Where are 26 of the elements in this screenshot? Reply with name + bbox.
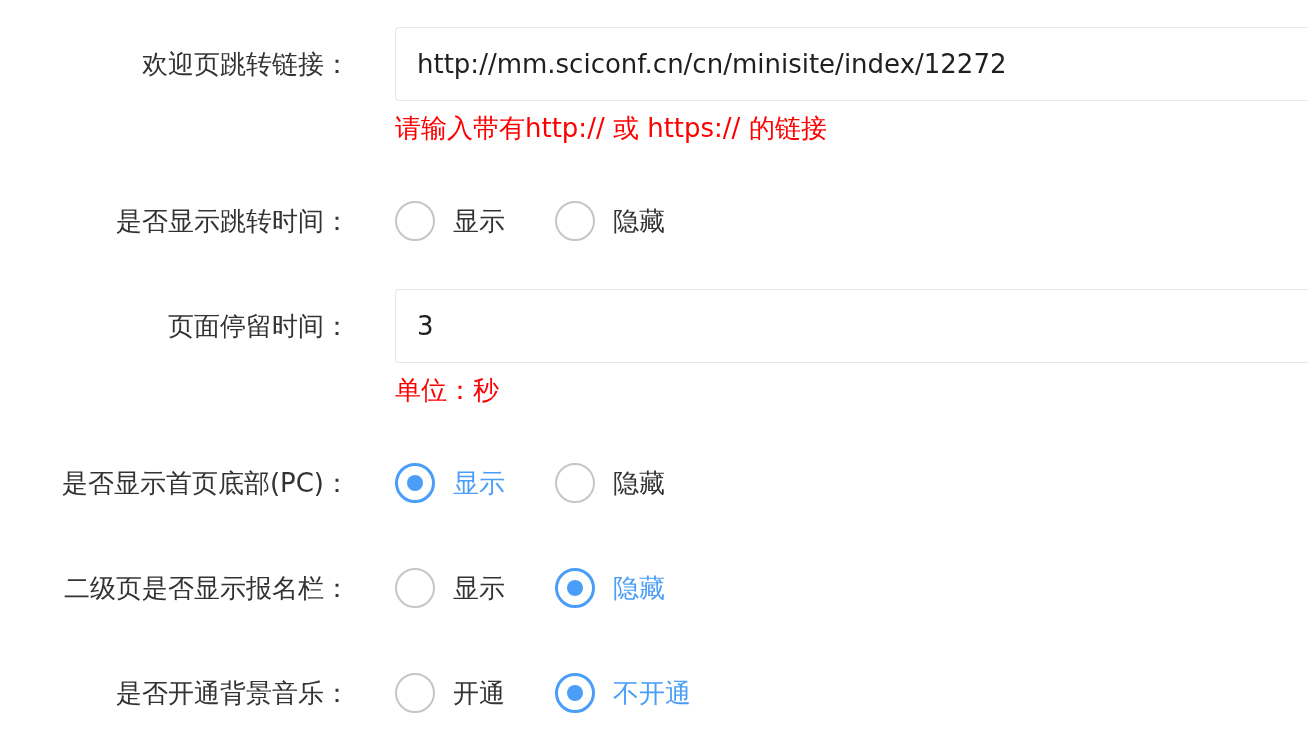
radio-label: 隐藏 <box>613 572 665 605</box>
radio-button[interactable] <box>395 463 435 503</box>
radio-button[interactable] <box>555 568 595 608</box>
helper-text: 请输入带有http:// 或 https:// 的链接 <box>395 113 827 143</box>
field-label: 是否开通背景音乐： <box>116 677 350 710</box>
field-label: 欢迎页跳转链接： <box>142 48 350 81</box>
field-label: 页面停留时间： <box>168 310 350 343</box>
text-input[interactable]: 3 <box>395 289 1308 363</box>
radio-button[interactable] <box>395 568 435 608</box>
radio-button[interactable] <box>395 201 435 241</box>
radio-label: 不开通 <box>613 677 691 710</box>
text-input[interactable]: http://mm.sciconf.cn/cn/minisite/index/12272 <box>395 27 1308 101</box>
radio-label: 隐藏 <box>613 467 665 500</box>
radio-button[interactable] <box>555 673 595 713</box>
radio-label: 显示 <box>453 572 505 605</box>
radio-label: 显示 <box>453 467 505 500</box>
radio-label: 开通 <box>453 677 505 710</box>
radio-label: 显示 <box>453 205 505 238</box>
radio-label: 隐藏 <box>613 205 665 238</box>
field-label: 是否显示跳转时间： <box>116 205 350 238</box>
radio-button[interactable] <box>555 463 595 503</box>
field-label: 是否显示首页底部(PC)： <box>61 467 350 500</box>
radio-button[interactable] <box>555 201 595 241</box>
helper-text: 单位：秒 <box>395 375 499 405</box>
radio-button[interactable] <box>395 673 435 713</box>
field-label: 二级页是否显示报名栏： <box>64 572 350 605</box>
